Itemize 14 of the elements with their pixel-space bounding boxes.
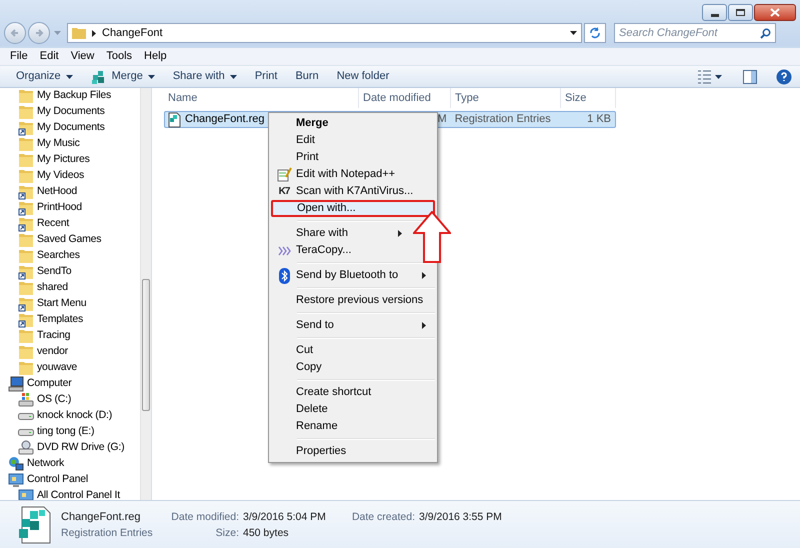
address-path: ChangeFont bbox=[102, 26, 163, 41]
field-label: Size: bbox=[214, 526, 239, 542]
field-label: Date modified: bbox=[170, 510, 239, 526]
field-value: 3/9/2016 3:55 PM bbox=[419, 510, 502, 526]
field-label: Date created: bbox=[350, 510, 415, 526]
table-cell-text: ChangeFont.reg bbox=[185, 112, 264, 128]
table-cell: Registration Entries bbox=[454, 113, 551, 126]
field-value: 450 bytes bbox=[243, 526, 289, 542]
file-type: Registration Entries bbox=[61, 526, 153, 540]
k7-logo: K7 bbox=[278, 185, 290, 199]
file-name: ChangeFont.reg bbox=[61, 510, 140, 524]
table-cell-text: 1 KB bbox=[587, 112, 611, 128]
field-value: 3/9/2016 5:04 PM bbox=[243, 510, 326, 526]
table-cell-text: M bbox=[438, 112, 447, 128]
